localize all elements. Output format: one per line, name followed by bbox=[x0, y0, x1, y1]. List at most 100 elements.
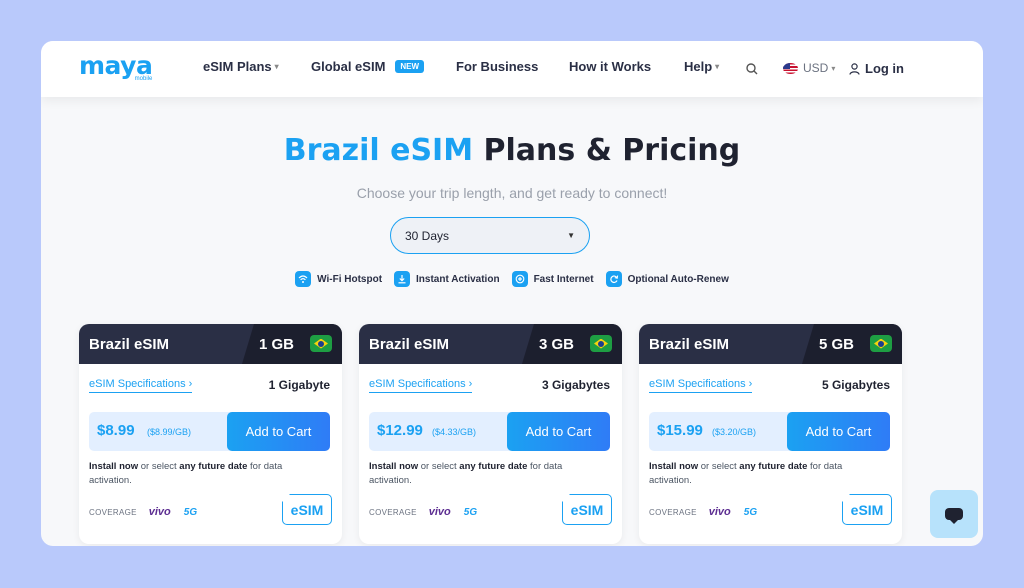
browser-frame: maya mobile eSIM Plans ▾ Global eSIM NEW F… bbox=[41, 41, 983, 546]
maya-logo[interactable]: maya mobile bbox=[79, 53, 153, 82]
plan-card: Brazil eSIM 1 GB eSIM Specifications › 1… bbox=[79, 324, 342, 544]
install-date-text: any future date bbox=[739, 461, 808, 472]
wifi-icon bbox=[295, 271, 312, 287]
page-title: Brazil eSIM Plans & Pricing bbox=[41, 133, 983, 168]
price-per-gb: ($8.99/GB) bbox=[147, 427, 192, 437]
feature-item: Fast Internet bbox=[511, 271, 594, 287]
login-link[interactable]: Log in bbox=[849, 61, 904, 76]
duration-value: 30 Days bbox=[405, 228, 450, 243]
esim-badge: eSIM bbox=[842, 494, 892, 525]
currency-label: USD bbox=[803, 61, 829, 75]
coverage-row: COVERAGE vivo 5G bbox=[369, 506, 477, 518]
download-icon bbox=[394, 271, 411, 287]
add-to-cart-button[interactable]: Add to Cart bbox=[507, 412, 610, 451]
install-now-text: Install now bbox=[89, 461, 139, 472]
chat-icon bbox=[945, 508, 963, 524]
network-badge: 5G bbox=[743, 506, 758, 518]
install-mid-text: or select bbox=[698, 461, 740, 472]
user-icon bbox=[849, 62, 860, 75]
page-title-accent: Brazil eSIM bbox=[283, 133, 474, 168]
nav-for-business[interactable]: For Business bbox=[456, 59, 538, 74]
install-note: Install now or select any future date fo… bbox=[89, 460, 319, 488]
chevron-down-icon: ▾ bbox=[831, 63, 836, 73]
chevron-down-icon: ▾ bbox=[715, 62, 720, 71]
carrier-logo: vivo bbox=[708, 506, 731, 518]
coverage-label: COVERAGE bbox=[369, 507, 417, 517]
carrier-logo: vivo bbox=[428, 506, 451, 518]
install-mid-text: or select bbox=[138, 461, 180, 472]
price-per-gb: ($4.33/GB) bbox=[432, 427, 477, 437]
plan-card-header: Brazil eSIM 3 GB bbox=[359, 324, 622, 364]
feature-label: Fast Internet bbox=[533, 273, 594, 285]
plan-card: Brazil eSIM 3 GB eSIM Specifications › 3… bbox=[359, 324, 622, 544]
nav-global-esim-label: Global eSIM bbox=[311, 59, 386, 74]
specs-link[interactable]: eSIM Specifications › bbox=[369, 378, 473, 393]
plan-card-header: Brazil eSIM 5 GB bbox=[639, 324, 902, 364]
install-now-text: Install now bbox=[649, 461, 699, 472]
duration-select[interactable]: 30 Days ▼ bbox=[390, 217, 590, 254]
chat-button[interactable] bbox=[930, 490, 978, 538]
network-badge: 5G bbox=[183, 506, 198, 518]
install-date-text: any future date bbox=[459, 461, 528, 472]
install-note: Install now or select any future date fo… bbox=[649, 460, 879, 488]
nav-help[interactable]: Help ▾ bbox=[684, 59, 719, 74]
renew-icon bbox=[605, 271, 622, 287]
login-label: Log in bbox=[865, 61, 904, 76]
nav-help-label: Help bbox=[684, 59, 713, 74]
nav-global-esim[interactable]: Global eSIM NEW bbox=[311, 59, 425, 74]
esim-badge: eSIM bbox=[562, 494, 612, 525]
specs-link[interactable]: eSIM Specifications › bbox=[89, 378, 193, 393]
feature-list: Wi-Fi Hotspot Instant Activation Fast In… bbox=[41, 271, 983, 287]
install-mid-text: or select bbox=[418, 461, 460, 472]
plan-price: $15.99 bbox=[657, 422, 703, 439]
nav-for-business-label: For Business bbox=[456, 59, 539, 74]
add-to-cart-button[interactable]: Add to Cart bbox=[787, 412, 890, 451]
chevron-down-icon: ▾ bbox=[274, 62, 279, 71]
currency-selector[interactable]: USD ▾ bbox=[783, 61, 835, 75]
specs-value: 1 Gigabyte bbox=[268, 378, 330, 392]
price-box: $8.99 ($8.99/GB) Add to Cart bbox=[89, 412, 330, 451]
nav-how-it-works[interactable]: How it Works bbox=[569, 59, 651, 74]
coverage-row: COVERAGE vivo 5G bbox=[649, 506, 757, 518]
plan-name: Brazil eSIM bbox=[369, 336, 450, 353]
plan-size: 5 GB bbox=[818, 336, 854, 353]
dropdown-arrow-icon: ▼ bbox=[567, 231, 575, 240]
install-note: Install now or select any future date fo… bbox=[369, 460, 599, 488]
price-per-gb: ($3.20/GB) bbox=[712, 427, 757, 437]
specs-value: 5 Gigabytes bbox=[821, 378, 890, 392]
feature-item: Wi-Fi Hotspot bbox=[295, 271, 382, 287]
esim-badge: eSIM bbox=[282, 494, 332, 525]
coverage-label: COVERAGE bbox=[649, 507, 697, 517]
price-box: $12.99 ($4.33/GB) Add to Cart bbox=[369, 412, 610, 451]
install-now-text: Install now bbox=[369, 461, 419, 472]
brazil-flag-icon bbox=[590, 335, 612, 352]
feature-item: Instant Activation bbox=[394, 271, 500, 287]
new-badge: NEW bbox=[395, 60, 425, 73]
plan-name: Brazil eSIM bbox=[649, 336, 730, 353]
network-badge: 5G bbox=[463, 506, 478, 518]
add-to-cart-button[interactable]: Add to Cart bbox=[227, 412, 330, 451]
feature-item: Optional Auto-Renew bbox=[605, 271, 729, 287]
plan-card: Brazil eSIM 5 GB eSIM Specifications › 5… bbox=[639, 324, 902, 544]
specs-link[interactable]: eSIM Specifications › bbox=[649, 378, 753, 393]
plan-price: $12.99 bbox=[377, 422, 423, 439]
coverage-row: COVERAGE vivo 5G bbox=[89, 506, 197, 518]
logo-sub: mobile bbox=[134, 76, 153, 82]
speed-icon bbox=[511, 271, 528, 287]
nav-how-it-works-label: How it Works bbox=[569, 59, 652, 74]
plan-price: $8.99 bbox=[97, 422, 135, 439]
plan-size: 3 GB bbox=[538, 336, 574, 353]
feature-label: Instant Activation bbox=[416, 273, 500, 285]
nav-esim-plans[interactable]: eSIM Plans ▾ bbox=[203, 59, 279, 74]
coverage-label: COVERAGE bbox=[89, 507, 137, 517]
brazil-flag-icon bbox=[310, 335, 332, 352]
price-box: $15.99 ($3.20/GB) Add to Cart bbox=[649, 412, 890, 451]
plan-name: Brazil eSIM bbox=[89, 336, 170, 353]
install-date-text: any future date bbox=[179, 461, 248, 472]
brazil-flag-icon bbox=[870, 335, 892, 352]
feature-label: Optional Auto-Renew bbox=[627, 273, 729, 285]
search-icon[interactable] bbox=[745, 62, 759, 76]
site-header: maya mobile eSIM Plans ▾ Global eSIM NEW F… bbox=[41, 41, 983, 97]
feature-label: Wi-Fi Hotspot bbox=[317, 273, 383, 285]
specs-value: 3 Gigabytes bbox=[541, 378, 610, 392]
